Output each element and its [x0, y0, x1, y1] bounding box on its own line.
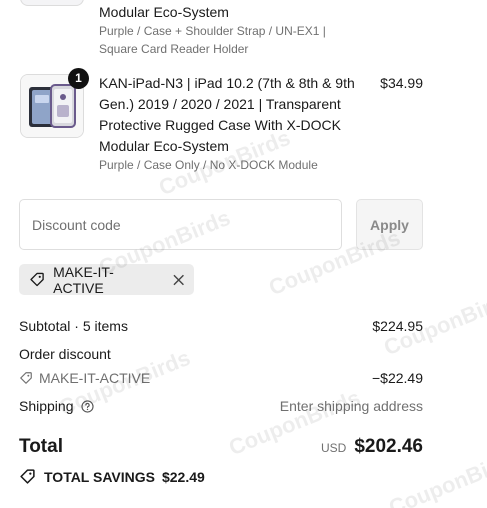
discount-code-row: MAKE-IT-ACTIVE −$22.49: [19, 370, 423, 386]
help-circle-icon[interactable]: [80, 399, 94, 413]
shipping-value: Enter shipping address: [279, 398, 423, 414]
discount-code-label: MAKE-IT-ACTIVE: [39, 370, 151, 386]
discount-amount: −$22.49: [372, 370, 423, 386]
shipping-label: Shipping: [19, 398, 74, 414]
previous-item-title: Modular Eco-System: [99, 4, 229, 20]
item-title: KAN-iPad-N3 | iPad 10.2 (7th & 8th & 9th…: [99, 75, 355, 154]
item-price: $34.99: [380, 75, 423, 91]
currency-code: USD: [320, 441, 347, 455]
item-variant: Purple / Case Only / No X-DOCK Module: [99, 158, 318, 172]
total-savings: TOTAL SAVINGS $22.49: [19, 468, 205, 485]
quantity-badge: 1: [68, 68, 89, 89]
previous-item-variant: Purple / Case + Shoulder Strap / UN-EX1 …: [99, 24, 326, 56]
tag-icon: [30, 272, 44, 287]
applied-discount-code: MAKE-IT-ACTIVE: [53, 263, 114, 296]
shipping-row: Shipping Enter shipping address: [19, 398, 423, 414]
tag-icon: [20, 469, 35, 484]
order-discount-label: Order discount: [19, 346, 111, 362]
total-value: $202.46: [354, 436, 423, 457]
total-row: Total USD $202.46: [19, 436, 423, 458]
discount-code-input[interactable]: [19, 199, 342, 250]
close-icon[interactable]: [173, 274, 184, 286]
order-discount-row: Order discount: [19, 346, 423, 362]
subtotal-row: Subtotal · 5 items $224.95: [19, 318, 423, 334]
savings-value: $22.49: [161, 468, 205, 485]
savings-label: TOTAL SAVINGS: [44, 468, 155, 485]
tag-icon: [20, 372, 32, 384]
subtotal-label: Subtotal · 5 items: [19, 318, 128, 334]
apply-discount-button[interactable]: Apply: [356, 199, 423, 250]
subtotal-value: $224.95: [372, 318, 423, 334]
previous-item-thumbnail: [20, 0, 84, 6]
applied-discount-chip: MAKE-IT-ACTIVE: [19, 263, 194, 296]
total-label: Total: [19, 436, 63, 457]
